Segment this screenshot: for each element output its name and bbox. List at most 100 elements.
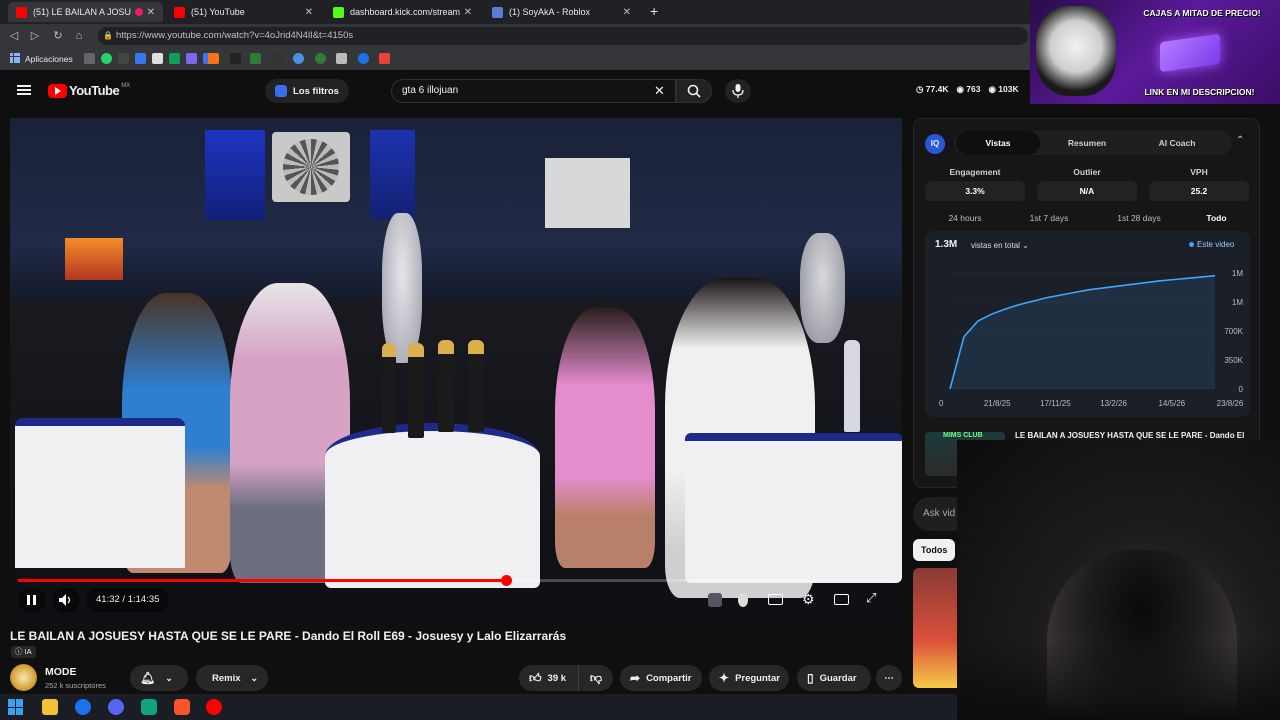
bookmark-icon[interactable] [208,53,219,64]
tab-roblox[interactable]: (1) SoyAkA - Roblox ✕ [484,2,639,22]
chatgpt-icon[interactable] [141,699,157,715]
like-button[interactable]: 👍︎ 39 k [519,665,579,691]
notifications-button[interactable]: 🔔︎ ⌄ [130,665,188,691]
discord-icon[interactable] [108,699,124,715]
share-button[interactable]: ➦ Compartir [620,665,702,691]
bookmark-icon[interactable] [250,53,261,64]
x-tick-label: 0 [939,399,944,408]
iq-player-icon[interactable] [708,593,722,607]
url-field[interactable]: 🔒 https://www.youtube.com/watch?v=4oJrid… [98,27,1028,45]
watching-stat: ◉ 763 [956,84,981,94]
bookmark-icon[interactable] [315,53,326,64]
y-tick-label: 700K [1224,327,1243,336]
save-label: Guardar [819,672,857,684]
close-tab-icon[interactable]: ✕ [305,7,313,18]
logo-text: YouTube [69,83,120,98]
remix-button[interactable]: Remix ⌄ [196,665,268,691]
url-text: https://www.youtube.com/watch?v=4oJrid4N… [116,30,354,41]
scene-bottle [438,340,454,432]
video-player[interactable]: 41:32 / 1:14:35 ⚙ ⤢ [10,118,902,620]
kick-favicon-icon [333,6,344,18]
channel-name[interactable]: MODE [45,666,77,678]
bookmark-icon[interactable] [272,53,283,64]
progress-track[interactable] [18,575,894,586]
settings-gear-icon[interactable]: ⚙ [802,592,815,606]
close-tab-icon[interactable]: ✕ [464,7,472,18]
whatsapp-bookmark-icon[interactable] [101,53,112,64]
file-explorer-icon[interactable] [42,699,58,715]
x-tick-label: 21/8/25 [984,399,1011,408]
scene-fan [272,132,350,202]
miniplayer-icon[interactable] [834,594,849,605]
bookmark-icon[interactable] [293,53,304,64]
tab-youtube-home[interactable]: (51) YouTube ✕ [166,2,321,22]
volume-button[interactable] [52,588,80,612]
more-actions-button[interactable]: ⋯ [876,665,902,691]
reload-icon[interactable]: ↻ [50,28,66,44]
tab-kick-dashboard[interactable]: dashboard.kick.com/stream ✕ [325,2,480,22]
new-tab-button[interactable]: + [650,3,658,19]
bookmark-apps-label[interactable]: Aplicaciones [25,54,73,64]
home-icon[interactable]: ⌂ [71,28,87,44]
autoplay-toggle-icon[interactable] [738,593,748,607]
bookmark-icon[interactable] [135,53,146,64]
windows-start-icon[interactable] [8,699,24,715]
scene-poster [65,238,123,280]
search-input[interactable]: gta 6 illojuan ✕ [391,79,676,103]
bookmark-icon[interactable] [118,53,129,64]
pause-button[interactable] [18,588,46,612]
dislike-button[interactable]: 👎︎ [579,665,613,691]
microphone-icon [732,84,744,98]
youtube-logo[interactable]: YouTube MX [48,83,130,98]
share-label: Compartir [646,672,692,684]
filter-chip-todos[interactable]: Todos [913,539,956,561]
tab-title: (51) LE BAILAN A JOSUESY H [33,7,131,17]
tab-youtube-video[interactable]: (51) LE BAILAN A JOSUESY H ✕ [8,2,163,22]
brave-icon[interactable] [174,699,190,715]
apps-grid-icon[interactable] [10,53,20,63]
voice-search-button[interactable] [725,79,751,103]
search-button[interactable] [676,79,712,103]
bookmark-icon[interactable] [169,53,180,64]
range-28d[interactable]: 1st 28 days [1109,213,1169,223]
analytics-panel: IQ Vistas Resumen AI Coach ⌃ Engagement … [913,118,1260,488]
tab-title: (51) YouTube [191,7,245,17]
menu-icon[interactable] [17,85,31,95]
gmail-bookmark-icon[interactable] [379,53,390,64]
bookmark-icon[interactable] [186,53,197,64]
recommended-thumbnail[interactable] [913,568,963,688]
collapse-chevron-icon[interactable]: ⌃ [1236,135,1244,146]
range-all[interactable]: Todo [1199,213,1234,223]
ai-badge: ⓘ IA [11,646,36,658]
clear-search-icon[interactable]: ✕ [654,83,665,99]
range-7d[interactable]: 1st 7 days [1019,213,1079,223]
close-tab-icon[interactable]: ✕ [623,7,631,18]
tab-resumen[interactable]: Resumen [1044,131,1130,155]
scene-window [545,158,630,228]
bookmark-icon[interactable] [336,53,347,64]
back-icon[interactable]: ◁ [6,28,22,44]
channel-avatar[interactable] [10,664,37,691]
youtube-app-icon[interactable] [206,699,222,715]
tab-ai-coach[interactable]: AI Coach [1134,131,1220,155]
os-taskbar [0,694,957,720]
bookmark-icon[interactable] [230,53,241,64]
close-tab-icon[interactable]: ✕ [147,7,155,18]
subtitles-icon[interactable] [768,594,783,605]
bookmark-icon[interactable] [84,53,95,64]
save-button[interactable]: ▯ Guardar [797,665,871,691]
more-dots-icon: ⋯ [884,672,894,684]
fullscreen-icon[interactable]: ⤢ [866,591,876,605]
tab-vistas[interactable]: Vistas [956,131,1040,155]
ask-button[interactable]: ✦ Preguntar [709,665,789,691]
youtube-play-logo-icon [48,83,67,98]
time-display: 41:32 / 1:14:35 [86,588,170,612]
range-24h[interactable]: 24 hours [940,213,990,223]
filters-button[interactable]: Los filtros [265,79,349,103]
bookmark-icon[interactable] [358,53,369,64]
bookmark-icon[interactable] [152,53,163,64]
chrome-icon[interactable] [75,699,91,715]
promo-line-1: CAJAS A MITAD DE PRECIO! [1143,8,1261,18]
forward-icon[interactable]: ▷ [27,28,43,44]
progress-scrubber[interactable] [500,575,512,586]
